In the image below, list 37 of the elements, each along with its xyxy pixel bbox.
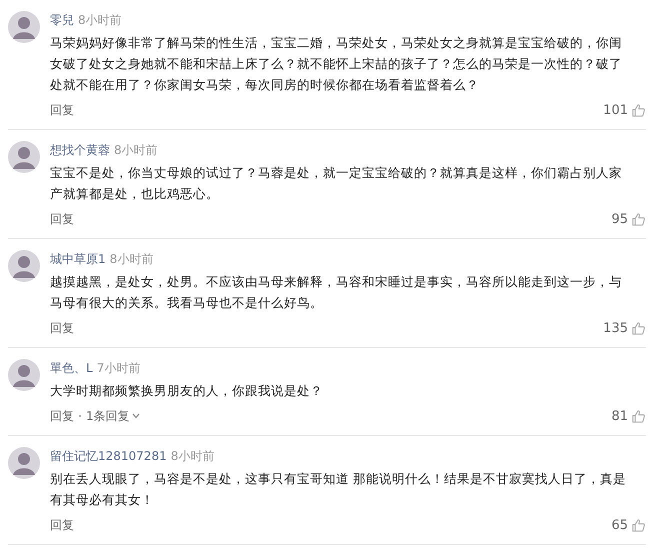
timestamp: 8小时前 xyxy=(170,449,214,463)
thumbs-up-icon[interactable] xyxy=(631,212,646,226)
like-count: 65 xyxy=(611,518,628,532)
avatar[interactable] xyxy=(8,141,40,173)
caret-icon xyxy=(132,413,140,419)
thumbs-up-icon[interactable] xyxy=(631,102,646,118)
like-count: 101 xyxy=(603,102,628,118)
comment-text: 宝宝不是处，你当丈母娘的试过了？马蓉是处，就一定宝宝给破的？就算真是这样，你们霸占别人家产就算都是处，也比鸡恶心。 xyxy=(50,164,623,203)
timestamp: 7小时前 xyxy=(96,361,140,375)
thumbs-up-icon[interactable] xyxy=(631,320,646,336)
reply-link[interactable]: 回复 xyxy=(50,210,74,228)
comment-text: 马荣妈妈好像非常了解马荣的性生活，宝宝二婚，马荣处女，马荣处女之身就算是宝宝给破的，你闺女破了处女之身她就不能和宋喆上床了么？就不能怀上宋喆的孩子了？怎么的马荣是一次性的？破了处就不能在用了？你家闺女马荣，每次同房的时候你都在场看着监督着么？ xyxy=(50,34,623,94)
reply-link[interactable]: 回复 xyxy=(50,320,74,336)
avatar[interactable] xyxy=(8,359,40,391)
timestamp: 8小时前 xyxy=(110,252,154,266)
comment-text: 别在丢人现眼了，马容是不是处，这事只有宝哥知道 那能说明什么！结果是不甘寂寞找人日了，真是有其母必有其女！ xyxy=(50,470,627,509)
thumbs-up-icon[interactable] xyxy=(631,408,646,424)
thumbs-up-icon[interactable] xyxy=(631,518,646,532)
view-replies-link[interactable]: 1条回复 xyxy=(86,408,130,424)
reply-link[interactable]: 回复 xyxy=(50,102,74,118)
avatar[interactable] xyxy=(8,447,40,479)
like-count: 135 xyxy=(603,320,628,336)
timestamp: 8小时前 xyxy=(78,13,122,27)
timestamp: 8小时前 xyxy=(114,143,158,157)
reply-link[interactable]: 回复 xyxy=(50,408,74,424)
username[interactable]: 零兒 xyxy=(50,13,74,27)
like-count: 81 xyxy=(611,408,628,424)
username[interactable]: 城中草原1 xyxy=(50,252,106,266)
username[interactable]: 單色、L xyxy=(50,361,93,375)
reply-link[interactable]: 回复 xyxy=(50,516,74,534)
like-count: 95 xyxy=(611,212,628,226)
avatar[interactable] xyxy=(8,11,40,43)
username[interactable]: 想找个黄蓉 xyxy=(50,143,110,157)
comment-text: 大学时期都频繁换男朋友的人，你跟我说是处？ xyxy=(50,382,324,400)
avatar[interactable] xyxy=(8,250,40,282)
username[interactable]: 留住记忆128107281 xyxy=(50,449,167,463)
comment-text: 越摸越黑，是处女，处男。不应该由马母来解释，马容和宋睡过是事实，马容所以能走到这一步，与马母有很大的关系。我看马母也不是什么好鸟。 xyxy=(50,273,623,312)
